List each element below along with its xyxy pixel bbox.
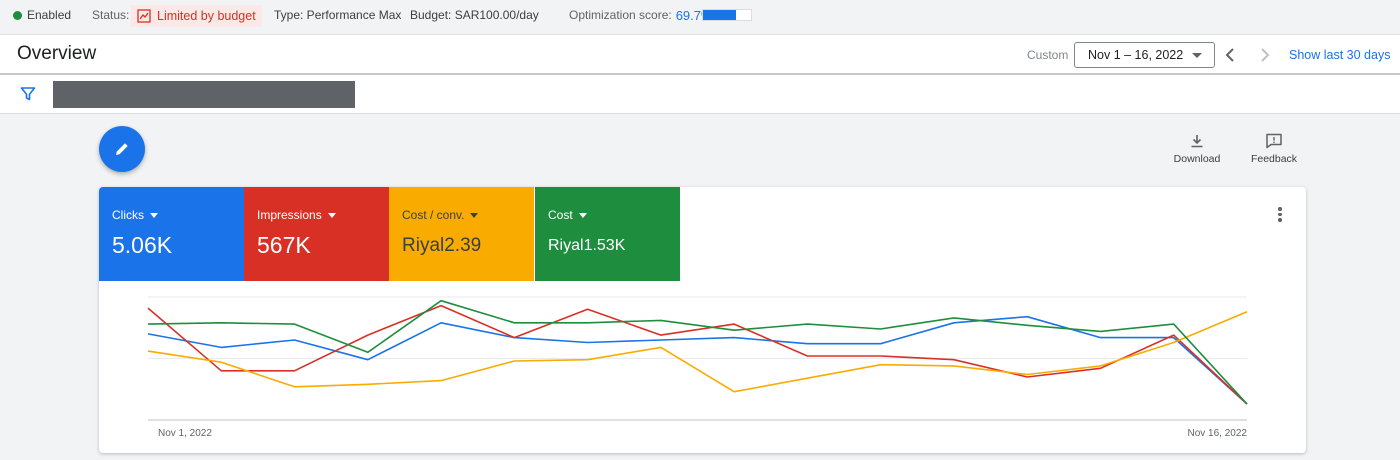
feedback-icon	[1266, 133, 1282, 149]
page-header: Overview Custom Nov 1 – 16, 2022 Show la…	[0, 34, 1400, 75]
metric-label: Clicks	[112, 208, 144, 222]
dropdown-caret-icon	[327, 212, 336, 218]
metric-value: 567K	[257, 232, 311, 258]
status-value: Limited by budget	[157, 9, 256, 23]
dropdown-caret-icon	[578, 212, 587, 218]
series-line-impressions[interactable]	[147, 304, 1248, 405]
x-tick-label: Nov 1, 2022	[158, 428, 212, 439]
metric-value: 5.06K	[112, 232, 173, 258]
enabled-dot-icon	[13, 10, 22, 20]
feedback-label: Feedback	[1250, 153, 1298, 165]
enabled-label: Enabled	[27, 8, 72, 22]
enabled-status[interactable]: Enabled	[13, 0, 71, 30]
filter-bar	[0, 75, 1400, 114]
pencil-icon	[116, 143, 128, 155]
metric-tile-cost[interactable]: Cost Riyal1.53K	[535, 187, 680, 281]
campaign-budget: Budget: SAR100.00/day	[410, 8, 539, 22]
metric-tile-clicks[interactable]: Clicks 5.06K	[99, 187, 244, 281]
metric-label: Cost	[548, 208, 573, 222]
redacted-filter-text	[53, 81, 355, 108]
date-range-select[interactable]: Nov 1 – 16, 2022	[1074, 42, 1215, 68]
metric-label: Impressions	[257, 208, 322, 222]
status-label: Status:	[92, 8, 130, 22]
series-line-cost-conv[interactable]	[147, 311, 1248, 393]
performance-line-chart: Nov 1, 2022 Nov 16, 2022	[147, 296, 1248, 439]
optimization-label: Optimization score:	[569, 8, 672, 22]
limited-by-budget-chip[interactable]: Limited by budget	[131, 5, 262, 27]
dropdown-caret-icon	[470, 212, 479, 218]
dropdown-caret-icon	[150, 212, 158, 218]
filter-icon[interactable]	[20, 86, 36, 102]
campaign-type: Type: Performance Max	[274, 8, 402, 22]
metric-value: Riyal2.39	[402, 235, 482, 256]
status-bar: Enabled Status: Limited by budget Type: …	[0, 0, 1400, 34]
feedback-button[interactable]: Feedback	[1248, 133, 1300, 165]
metric-label: Cost / conv.	[402, 208, 465, 222]
optimization-score-bar	[702, 9, 752, 21]
page-title: Overview	[17, 43, 97, 64]
performance-card: Clicks 5.06K Impressions 567K Cost / con…	[99, 187, 1306, 453]
series-line-cost[interactable]	[147, 299, 1248, 405]
metric-tile-cost-per-conv[interactable]: Cost / conv. Riyal2.39	[389, 187, 534, 281]
budget-chart-icon	[137, 9, 151, 23]
download-button[interactable]: Download	[1170, 133, 1224, 165]
download-label: Download	[1173, 153, 1221, 165]
metric-value: Riyal1.53K	[548, 237, 626, 254]
more-vert-icon[interactable]	[1273, 207, 1287, 225]
chevron-right-icon[interactable]	[1255, 46, 1273, 64]
show-last-30-days-link[interactable]: Show last 30 days	[1289, 48, 1390, 62]
chevron-left-icon[interactable]	[1222, 46, 1240, 64]
dropdown-caret-icon	[1192, 53, 1202, 58]
metric-tile-impressions[interactable]: Impressions 567K	[244, 187, 389, 281]
x-tick-label: Nov 16, 2022	[1188, 428, 1248, 439]
edit-button[interactable]	[99, 126, 145, 172]
download-icon	[1191, 135, 1203, 148]
custom-range-label: Custom	[1027, 48, 1069, 62]
optimization-score-fill	[703, 10, 737, 20]
date-range-value: Nov 1 – 16, 2022	[1088, 48, 1184, 62]
